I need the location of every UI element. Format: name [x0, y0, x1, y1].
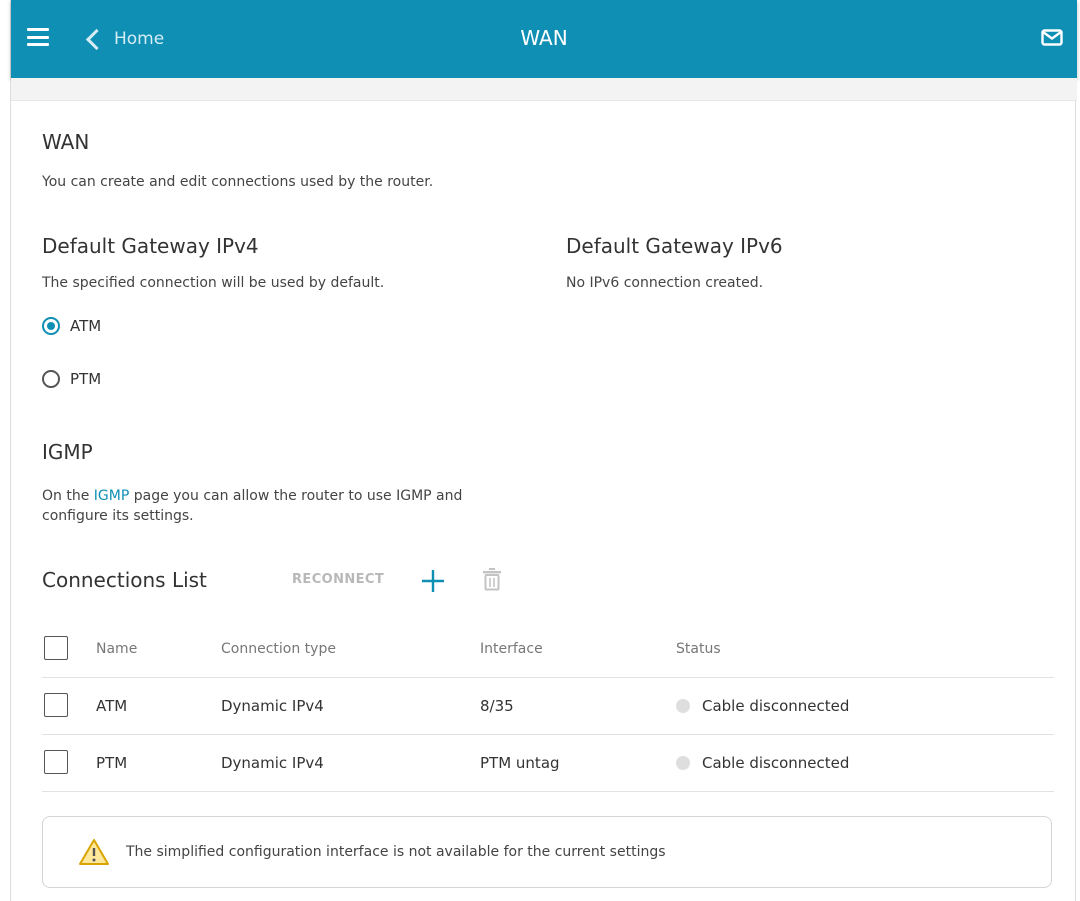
connection-status: Cable disconnected: [676, 678, 849, 734]
row-checkbox[interactable]: [44, 693, 68, 717]
column-header-status: Status: [676, 641, 721, 657]
column-header-interface: Interface: [480, 641, 543, 657]
trash-icon[interactable]: [482, 567, 502, 591]
column-header-name: Name: [96, 641, 138, 657]
connections-list-title: Connections List: [42, 568, 207, 592]
connection-type: Dynamic IPv4: [221, 754, 324, 772]
status-text: Cable disconnected: [702, 697, 850, 715]
page-title: WAN: [520, 26, 568, 50]
radio-label: ATM: [70, 317, 102, 335]
radio-button-checked[interactable]: [42, 317, 60, 335]
igmp-text-before: On the: [42, 488, 94, 504]
connections-table: Name Connection type Interface Status AT…: [42, 621, 1054, 792]
gateway-ipv6-title: Default Gateway IPv6: [566, 234, 783, 258]
status-dot-icon: [676, 699, 690, 713]
mail-icon[interactable]: [1041, 29, 1063, 46]
notice-box: The simplified configuration interface i…: [42, 816, 1052, 888]
connection-name: ATM: [96, 697, 128, 715]
notice-text: The simplified configuration interface i…: [126, 844, 666, 860]
reconnect-button[interactable]: RECONNECT: [292, 572, 384, 587]
radio-label: PTM: [70, 370, 102, 388]
igmp-description: On the IGMP page you can allow the route…: [42, 486, 522, 526]
radio-option-atm[interactable]: ATM: [42, 317, 101, 335]
status-dot-icon: [676, 756, 690, 770]
status-text: Cable disconnected: [702, 754, 850, 772]
add-icon[interactable]: [420, 568, 446, 594]
table-row[interactable]: ATM Dynamic IPv4 8/35 Cable disconnected: [42, 678, 1054, 735]
radio-option-ptm[interactable]: PTM: [42, 370, 101, 388]
connection-name: PTM: [96, 754, 128, 772]
connection-interface: 8/35: [480, 697, 514, 715]
column-header-type: Connection type: [221, 641, 336, 657]
table-row[interactable]: PTM Dynamic IPv4 PTM untag Cable disconn…: [42, 735, 1054, 792]
sub-header-bar: [11, 78, 1077, 101]
connection-type: Dynamic IPv4: [221, 697, 324, 715]
connection-status: Cable disconnected: [676, 735, 849, 791]
igmp-section-title: IGMP: [42, 440, 93, 464]
table-header-row: Name Connection type Interface Status: [42, 621, 1054, 678]
warning-icon: [79, 839, 109, 865]
page: Home WAN WAN You can create and edit con…: [10, 0, 1077, 901]
igmp-link[interactable]: IGMP: [94, 488, 130, 504]
top-bar: Home WAN: [11, 0, 1077, 78]
gateway-ipv6-description: No IPv6 connection created.: [566, 275, 764, 291]
radio-button[interactable]: [42, 370, 60, 388]
wan-section-title: WAN: [42, 130, 90, 154]
gateway-ipv4-title: Default Gateway IPv4: [42, 234, 259, 258]
row-checkbox[interactable]: [44, 750, 68, 774]
select-all-checkbox[interactable]: [44, 636, 68, 660]
wan-description: You can create and edit connections used…: [42, 174, 434, 190]
connection-interface: PTM untag: [480, 754, 560, 772]
gateway-ipv4-description: The specified connection will be used by…: [42, 275, 385, 291]
